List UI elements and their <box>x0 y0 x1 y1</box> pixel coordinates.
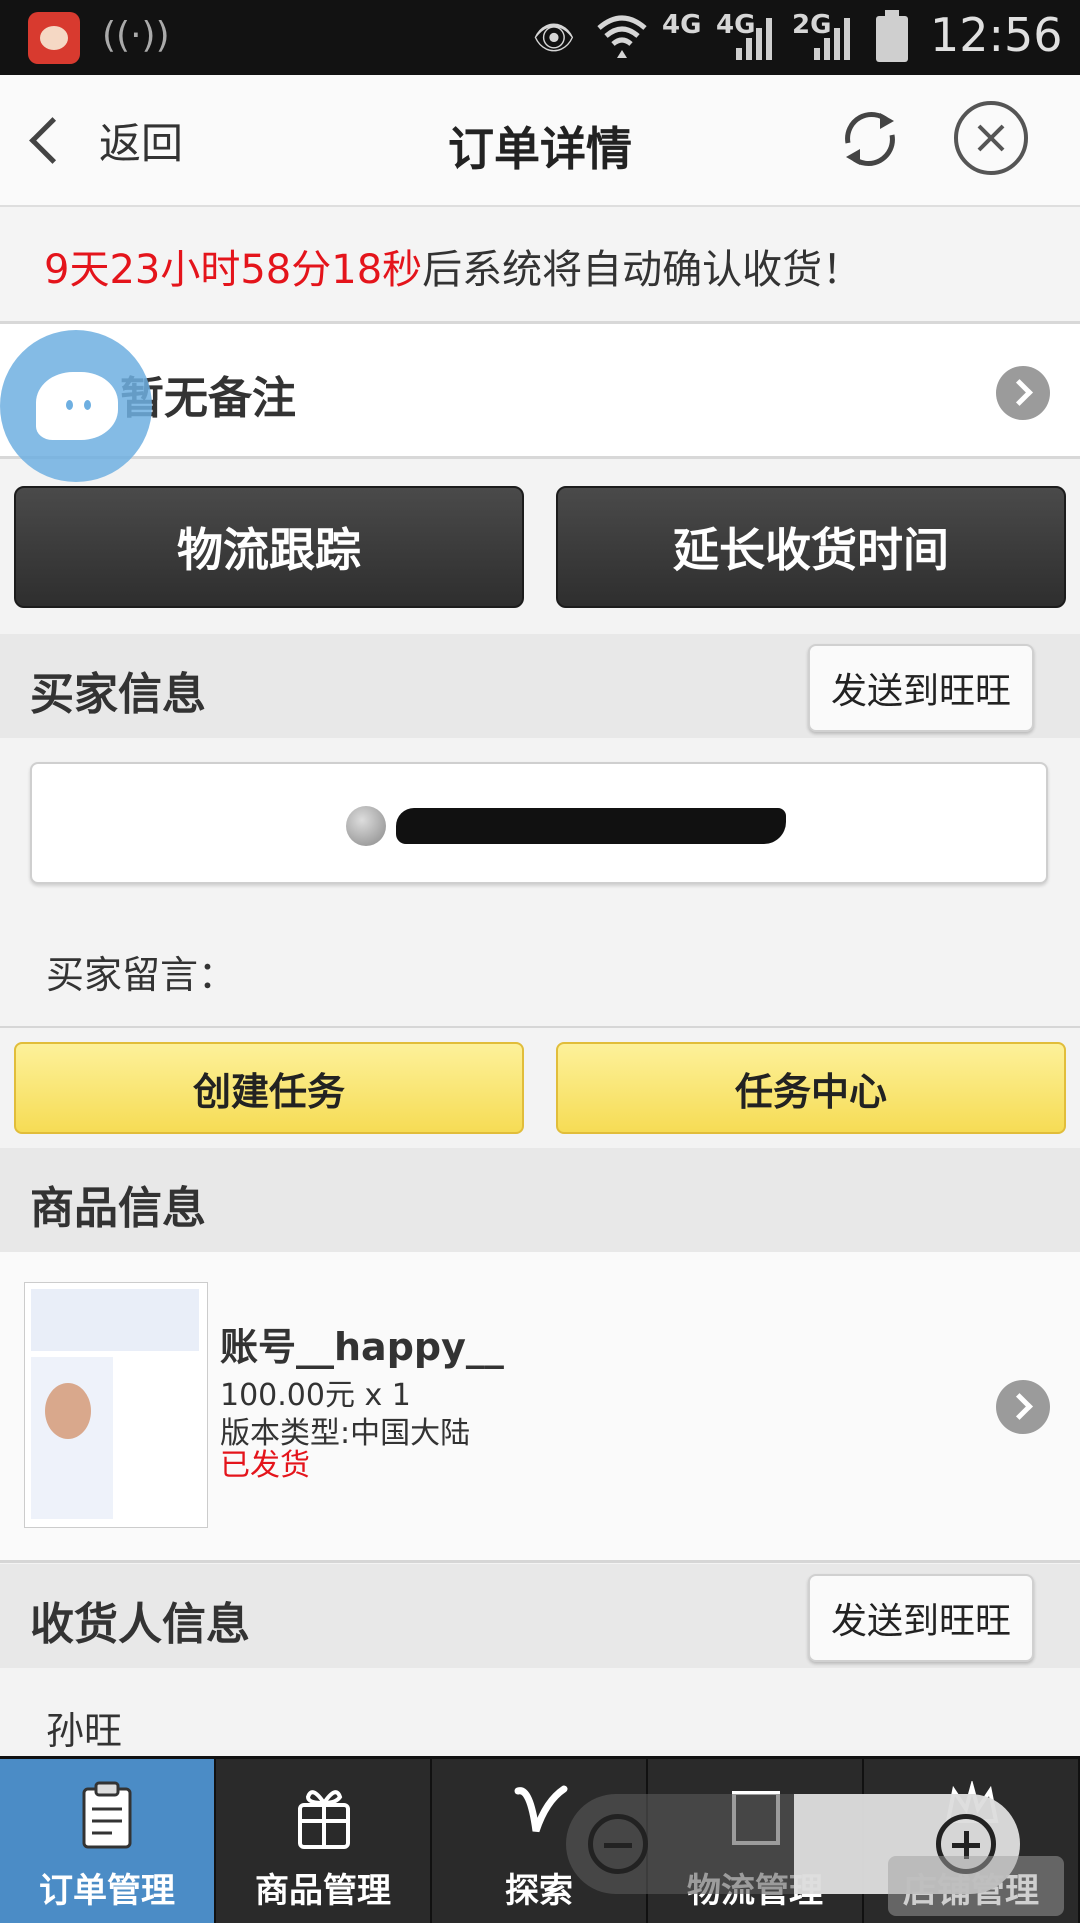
close-button[interactable] <box>954 101 1028 175</box>
extend-receipt-time-button[interactable]: 延长收货时间 <box>556 486 1066 608</box>
wifi-icon <box>595 10 649 66</box>
tab-goods-management[interactable]: 商品管理 <box>216 1759 432 1923</box>
remark-row[interactable]: 暂无备注 <box>0 324 1080 459</box>
page-title: 订单详情 <box>448 122 632 176</box>
refresh-icon <box>845 112 895 166</box>
battery-icon <box>876 10 908 62</box>
section-title: 收货人信息 <box>30 1599 250 1650</box>
consignee-info-header: 收货人信息 发送到旺旺 <box>0 1564 1080 1670</box>
auto-confirm-notice: 9天23小时58分18秒后系统将自动确认收货！ <box>0 207 1080 324</box>
status-bar: ((·)) 👁 4G 4G 2G 12:56 <box>0 0 1080 75</box>
chevron-right-icon <box>996 1380 1050 1434</box>
clock: 12:56 <box>930 8 1063 62</box>
tab-label: 商品管理 <box>255 1871 391 1911</box>
logistics-tracking-button[interactable]: 物流跟踪 <box>14 486 524 608</box>
shipping-status: 已发货 <box>220 1448 310 1483</box>
consignee-name: 孙旺 <box>46 1709 123 1753</box>
gift-icon <box>298 1790 350 1849</box>
signal-bars-icon <box>814 18 850 60</box>
eye-icon: 👁 <box>532 18 576 58</box>
tab-order-management[interactable]: 订单管理 <box>0 1759 216 1923</box>
refresh-button[interactable] <box>830 99 910 179</box>
redacted-buyer-name <box>396 808 786 844</box>
buyer-info-area: 买家留言： <box>0 738 1080 1028</box>
zoom-out-button[interactable] <box>588 1814 648 1874</box>
network-type-label: 4G <box>662 10 702 40</box>
product-title: 账号__happy__ <box>220 1325 504 1369</box>
clipboard-icon <box>82 1781 132 1849</box>
app-notification-icon <box>28 12 80 64</box>
tab-label: 订单管理 <box>39 1871 175 1911</box>
send-to-wangwang-button[interactable]: 发送到旺旺 <box>808 644 1034 732</box>
countdown-text: 后系统将自动确认收货！ <box>422 247 863 293</box>
task-center-button[interactable]: 任务中心 <box>556 1042 1066 1134</box>
consignee-info: 孙旺 <box>0 1668 1080 1758</box>
section-title: 商品信息 <box>30 1183 206 1234</box>
product-thumbnail <box>24 1282 208 1528</box>
goods-item[interactable]: 账号__happy__ 100.00元 x 1 版本类型:中国大陆 已发货 <box>0 1252 1080 1563</box>
chevron-right-icon <box>996 366 1050 420</box>
buyer-message-label: 买家留言： <box>46 953 237 997</box>
buyer-name-button[interactable] <box>30 762 1048 884</box>
hotspot-icon: ((·)) <box>102 15 170 56</box>
goods-info-header: 商品信息 <box>0 1148 1080 1254</box>
countdown-timer: 9天23小时58分18秒 <box>44 247 423 293</box>
title-bar: 返回 订单详情 <box>0 75 1080 207</box>
avatar <box>346 806 386 846</box>
buyer-info-header: 买家信息 发送到旺旺 <box>0 634 1080 740</box>
watermark-logo <box>888 1856 1064 1916</box>
v-logo-icon <box>514 1785 568 1833</box>
signal-bars-icon <box>736 18 772 60</box>
section-title: 买家信息 <box>30 669 206 720</box>
floating-assistant-icon[interactable] <box>0 330 152 482</box>
send-to-wangwang-button[interactable]: 发送到旺旺 <box>808 1574 1034 1662</box>
create-task-button[interactable]: 创建任务 <box>14 1042 524 1134</box>
